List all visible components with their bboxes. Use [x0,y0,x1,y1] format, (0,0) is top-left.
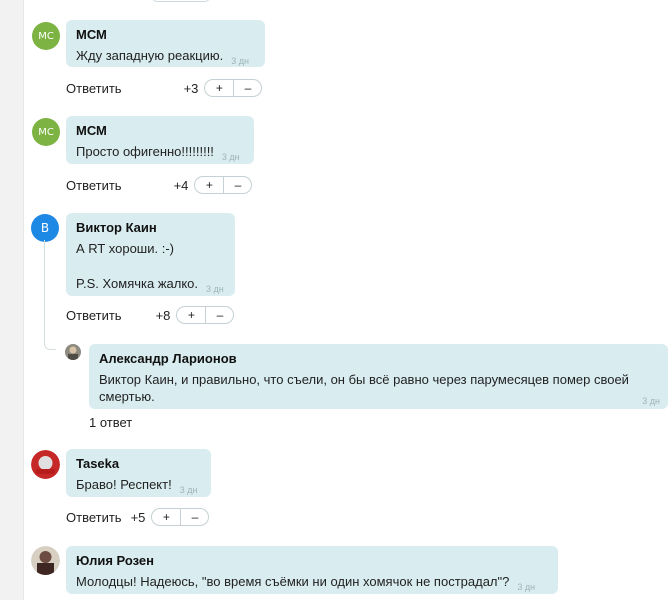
comment-bubble: МСМ Жду западную реакцию. 3 дн [66,20,265,67]
user-photo-icon [65,344,81,360]
downvote-button[interactable]: – [223,177,251,193]
vote-control: + – [204,79,263,97]
upvote-button[interactable]: + [177,307,205,323]
comment-actions: Ответить +3 + – [66,79,263,97]
comment-author[interactable]: Taseka [76,456,201,471]
upvote-button[interactable]: + [195,177,223,193]
downvote-button[interactable]: – [233,80,261,96]
reply-button[interactable]: Ответить [66,510,122,525]
vote-control: + – [151,508,210,526]
vote-score: +3 [183,80,199,96]
comment-time[interactable]: 3 дн [222,152,240,162]
comment-author[interactable]: МСМ [76,27,255,42]
comment-bubble: Александр Ларионов Виктор Каин, и правил… [89,344,668,409]
comment-actions: Ответить +8 + – [66,306,235,324]
comment-time[interactable]: 3 дн [206,284,224,294]
vote-score: +5 [130,509,146,525]
comment-bubble: Виктор Каин А RT хороши. :-) P.S. Хомячк… [66,213,235,296]
comment-text-line: А RT хороши. :-) [76,241,174,256]
comment-author[interactable]: МСМ [76,123,244,138]
avatar: В [31,214,59,242]
vote-control: + – [176,306,235,324]
comment-text: Просто офигенно!!!!!!!!! [76,144,214,159]
comment-text: , и правильно, что съели, он бы всё равн… [173,372,629,387]
upvote-button[interactable]: + [152,509,180,525]
reply-button[interactable]: Ответить [66,308,122,323]
comment-actions: Ответить +4 + – [66,176,253,194]
comment-bubble: МСМ Просто офигенно!!!!!!!!! 3 дн [66,116,254,164]
reply-button[interactable]: Ответить [66,178,122,193]
comment-time[interactable]: 3 дн [517,582,535,592]
user-photo-icon [31,450,60,479]
comment-text-ps: P.S. Хомячка жалко. [76,276,199,291]
avatar [65,344,81,360]
reply-button[interactable]: Ответить [66,81,122,96]
comment-text-line: смертью. [99,389,155,404]
comment-time[interactable]: 3 дн [231,56,249,66]
downvote-button[interactable]: – [180,509,208,525]
comment-bubble: Юлия Розен Молодцы! Надеюсь, "во время с… [66,546,558,594]
downvote-button[interactable]: – [205,307,233,323]
comment-author[interactable]: Александр Ларионов [99,351,658,366]
user-photo-icon [31,546,60,575]
upvote-button[interactable]: + [205,80,233,96]
vote-score: +4 [173,177,189,193]
comment-text: Молодцы! Надеюсь, "во время съёмки ни од… [76,574,510,589]
comment-text: Жду западную реакцию. [76,48,224,63]
comment-text-line: Виктор Каин, и правильно, что съели, он … [99,371,658,388]
thread-line [44,240,56,350]
previous-vote-stub [152,0,210,2]
avatar: MC [32,118,60,146]
comment-bubble: Taseka Браво! Респект! 3 дн [66,449,211,497]
comment-author[interactable]: Юлия Розен [76,553,548,568]
avatar [31,546,60,575]
vote-score: +8 [155,307,171,323]
left-rail [0,0,24,600]
comment-actions: Ответить +5 + – [66,508,210,526]
comment-text: Браво! Респект! [76,477,172,492]
comment-text-line: P.S. Хомячка жалко. 3 дн [76,275,225,294]
avatar: MC [32,22,60,50]
replies-toggle[interactable]: 1 ответ [89,415,132,430]
comment-time[interactable]: 3 дн [180,485,198,495]
avatar [31,450,60,479]
comment-time[interactable]: 3 дн [642,396,660,406]
vote-control: + – [194,176,253,194]
mention-link[interactable]: Виктор Каин [99,372,174,387]
comment-author[interactable]: Виктор Каин [76,220,225,235]
